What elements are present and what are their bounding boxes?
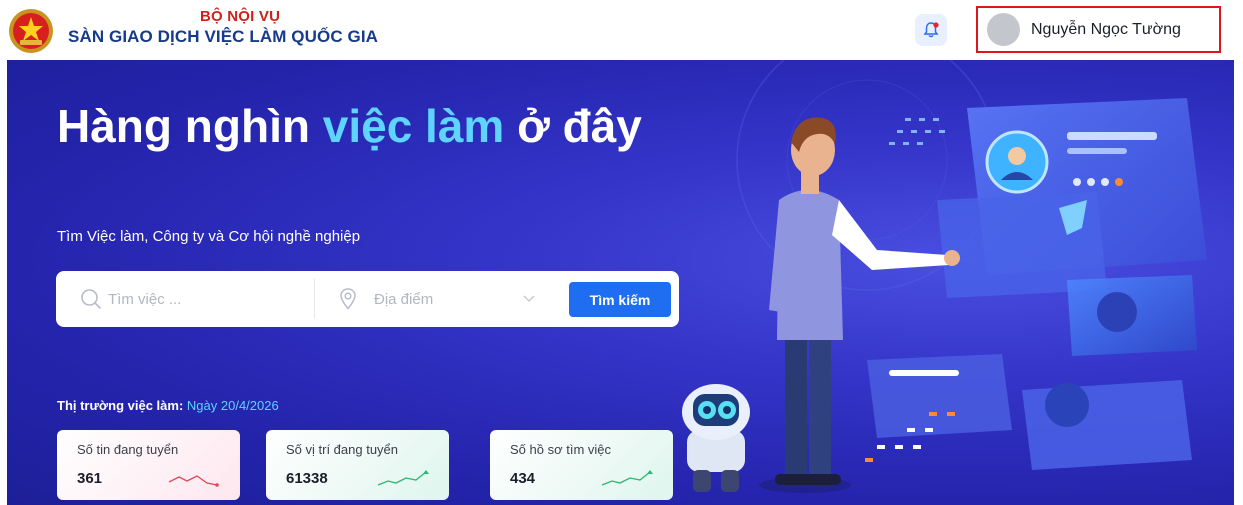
search-divider: [314, 279, 315, 319]
notification-button[interactable]: [915, 14, 947, 46]
hero-banner: Hàng nghìn việc làm ở đây Tìm Việc làm, …: [7, 60, 1234, 505]
hero-title: Hàng nghìn việc làm ở đây: [57, 98, 677, 154]
search-bar: Tìm kiếm: [56, 271, 679, 327]
avatar: [987, 13, 1020, 46]
national-emblem-icon[interactable]: [8, 8, 54, 54]
top-header: BỘ NỘI VỤ SÀN GIAO DỊCH VIỆC LÀM QUỐC GI…: [0, 0, 1243, 60]
chevron-down-icon[interactable]: [522, 291, 536, 305]
market-label: Thị trường việc làm:: [57, 398, 184, 413]
ministry-label: BỘ NỘI VỤ: [200, 8, 281, 25]
hero-illustration: [682, 60, 1207, 493]
job-search-input[interactable]: [108, 284, 308, 314]
market-heading: Thị trường việc làm: Ngày 20/4/2026: [57, 398, 279, 413]
trend-up-icon: [601, 470, 653, 486]
trend-down-icon: [168, 475, 219, 487]
search-button[interactable]: Tìm kiếm: [569, 282, 671, 317]
trend-up-icon: [377, 470, 429, 486]
stat-card-resumes[interactable]: Số hồ sơ tìm việc 434: [490, 430, 673, 500]
stat-label: Số tin đang tuyển: [77, 442, 179, 457]
stat-value: 61338: [286, 470, 328, 487]
location-pin-icon: [340, 288, 356, 310]
market-date: Ngày 20/4/2026: [186, 398, 279, 413]
user-name: Nguyễn Ngọc Tường: [1031, 20, 1181, 38]
stat-card-postings[interactable]: Số tin đang tuyển 361: [57, 430, 240, 500]
site-title[interactable]: SÀN GIAO DỊCH VIỆC LÀM QUỐC GIA: [68, 27, 378, 47]
bell-icon: [923, 22, 939, 38]
hero-title-part2: ở đây: [504, 100, 642, 152]
hero-subtitle: Tìm Việc làm, Công ty và Cơ hội nghề ngh…: [57, 228, 361, 245]
stat-value: 434: [510, 470, 536, 487]
hero-title-part1: Hàng nghìn: [57, 100, 323, 152]
user-menu[interactable]: Nguyễn Ngọc Tường: [976, 6, 1221, 53]
location-select[interactable]: [374, 284, 524, 314]
stat-label: Số vị trí đang tuyển: [286, 442, 399, 457]
stat-label: Số hồ sơ tìm việc: [510, 442, 612, 457]
stat-card-positions[interactable]: Số vị trí đang tuyển 61338: [266, 430, 449, 500]
stat-value: 361: [77, 470, 103, 487]
hero-title-highlight: việc làm: [322, 100, 505, 152]
search-icon: [81, 289, 102, 310]
